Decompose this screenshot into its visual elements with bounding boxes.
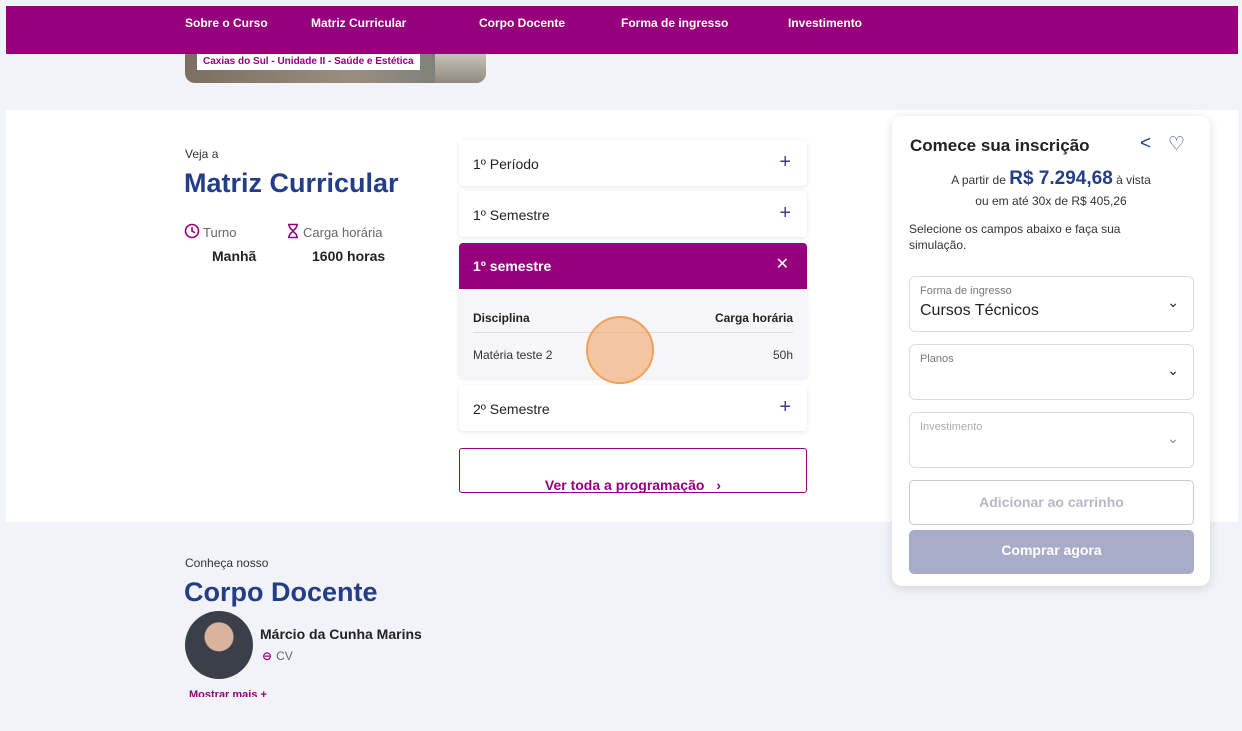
- buy-now-button[interactable]: Comprar agora: [909, 530, 1194, 574]
- accordion-open-header[interactable]: 1º semestre ✕: [459, 243, 807, 289]
- add-to-cart-button[interactable]: Adicionar ao carrinho: [909, 480, 1194, 525]
- plus-icon: +: [779, 151, 791, 173]
- price-prefix: A partir de: [951, 173, 1006, 187]
- docentes-title: Corpo Docente: [184, 577, 378, 607]
- teacher-name: Márcio da Cunha Marins: [260, 626, 422, 642]
- cursor-highlight: [586, 316, 654, 384]
- nav-corpo-docente[interactable]: Corpo Docente: [479, 16, 565, 30]
- column-header-carga: Carga horária: [714, 311, 793, 325]
- accordion-item-semestre-1[interactable]: 1º Semestre +: [459, 191, 807, 237]
- plus-icon: +: [779, 396, 791, 418]
- page-frame: Sobre o Curso Matriz Curricular Corpo Do…: [6, 6, 1238, 697]
- accordion-item-label: 1º Período: [473, 156, 539, 172]
- clock-icon: [184, 223, 200, 239]
- price-value: R$ 7.294,68: [1009, 168, 1113, 189]
- forma-ingresso-label: Forma de ingresso: [920, 285, 1012, 297]
- installments: ou em até 30x de R$ 405,26: [975, 194, 1127, 208]
- accordion-item-label: 2º Semestre: [473, 401, 550, 417]
- inscricao-card: Comece sua inscrição < ♡ A partir de R$ …: [892, 116, 1210, 586]
- turno-value: Manhã: [212, 248, 257, 264]
- add-to-cart-label: Adicionar ao carrinho: [979, 494, 1124, 510]
- cv-link[interactable]: ⊖ CV: [262, 649, 293, 663]
- hourglass-icon: [288, 223, 298, 239]
- accordion-item-label: 1º Semestre: [473, 207, 550, 223]
- close-icon[interactable]: ✕: [776, 256, 789, 274]
- cv-label: CV: [276, 649, 293, 663]
- buy-now-label: Comprar agora: [1001, 542, 1102, 558]
- forma-ingresso-select[interactable]: Forma de ingresso Cursos Técnicos ⌄: [909, 276, 1194, 332]
- planos-label: Planos: [920, 353, 954, 365]
- matriz-title: Matriz Curricular: [184, 168, 399, 198]
- docentes-eyebrow: Conheça nosso: [185, 556, 269, 570]
- forma-ingresso-value: Cursos Técnicos: [920, 302, 1039, 319]
- chevron-down-icon: ⌄: [1167, 430, 1179, 446]
- accordion-open-label: 1º semestre: [473, 258, 552, 274]
- share-icon[interactable]: <: [1140, 133, 1151, 155]
- plus-icon: +: [779, 202, 791, 224]
- campus-label: Caxias do Sul - Unidade II - Saúde e Est…: [197, 54, 420, 70]
- accordion-item-periodo[interactable]: 1º Período +: [459, 140, 807, 186]
- price-suffix: à vista: [1116, 173, 1151, 187]
- nav-sobre-o-curso[interactable]: Sobre o Curso: [185, 16, 268, 30]
- chevron-right-icon: ›: [716, 477, 722, 493]
- planos-select[interactable]: Planos ⌄: [909, 344, 1194, 400]
- inscricao-title: Comece sua inscrição: [910, 136, 1090, 155]
- nav-investimento[interactable]: Investimento: [788, 16, 862, 30]
- chevron-down-icon: ⌄: [1167, 294, 1179, 310]
- price-line: A partir de R$ 7.294,68 à vista: [892, 168, 1210, 190]
- accordion-item-semestre-2[interactable]: 2º Semestre +: [459, 385, 807, 431]
- chevron-down-icon: ⌄: [1167, 362, 1179, 378]
- nav-forma-de-ingresso[interactable]: Forma de ingresso: [621, 16, 728, 30]
- nav-matriz-curricular[interactable]: Matriz Curricular: [311, 16, 406, 30]
- helper-text: Selecione os campos abaixo e faça sua si…: [909, 222, 1121, 252]
- ver-toda-label: Ver toda a programação: [544, 477, 705, 493]
- matriz-eyebrow: Veja a: [185, 147, 219, 161]
- avatar: [185, 611, 253, 679]
- investimento-select[interactable]: Investimento ⌄: [909, 412, 1194, 468]
- carga-label: Carga horária: [303, 225, 383, 240]
- heart-icon[interactable]: ♡: [1168, 133, 1185, 156]
- column-header-disciplina: Disciplina: [473, 311, 530, 325]
- table-cell-carga: 50h: [772, 348, 793, 362]
- photo-detail: [435, 54, 486, 83]
- carga-value: 1600 horas: [312, 248, 386, 264]
- link-icon: ⊖: [262, 649, 273, 663]
- campus-photo: Caxias do Sul - Unidade II - Saúde e Est…: [185, 54, 486, 83]
- mostrar-mais-link[interactable]: Mostrar mais +: [189, 689, 267, 697]
- turno-label: Turno: [203, 225, 237, 240]
- table-cell-disciplina: Matéria teste 2: [473, 348, 553, 362]
- top-navigation: Sobre o Curso Matriz Curricular Corpo Do…: [6, 6, 1238, 54]
- ver-toda-programacao-button[interactable]: Ver toda a programação ›: [459, 448, 807, 493]
- investimento-label: Investimento: [920, 421, 983, 433]
